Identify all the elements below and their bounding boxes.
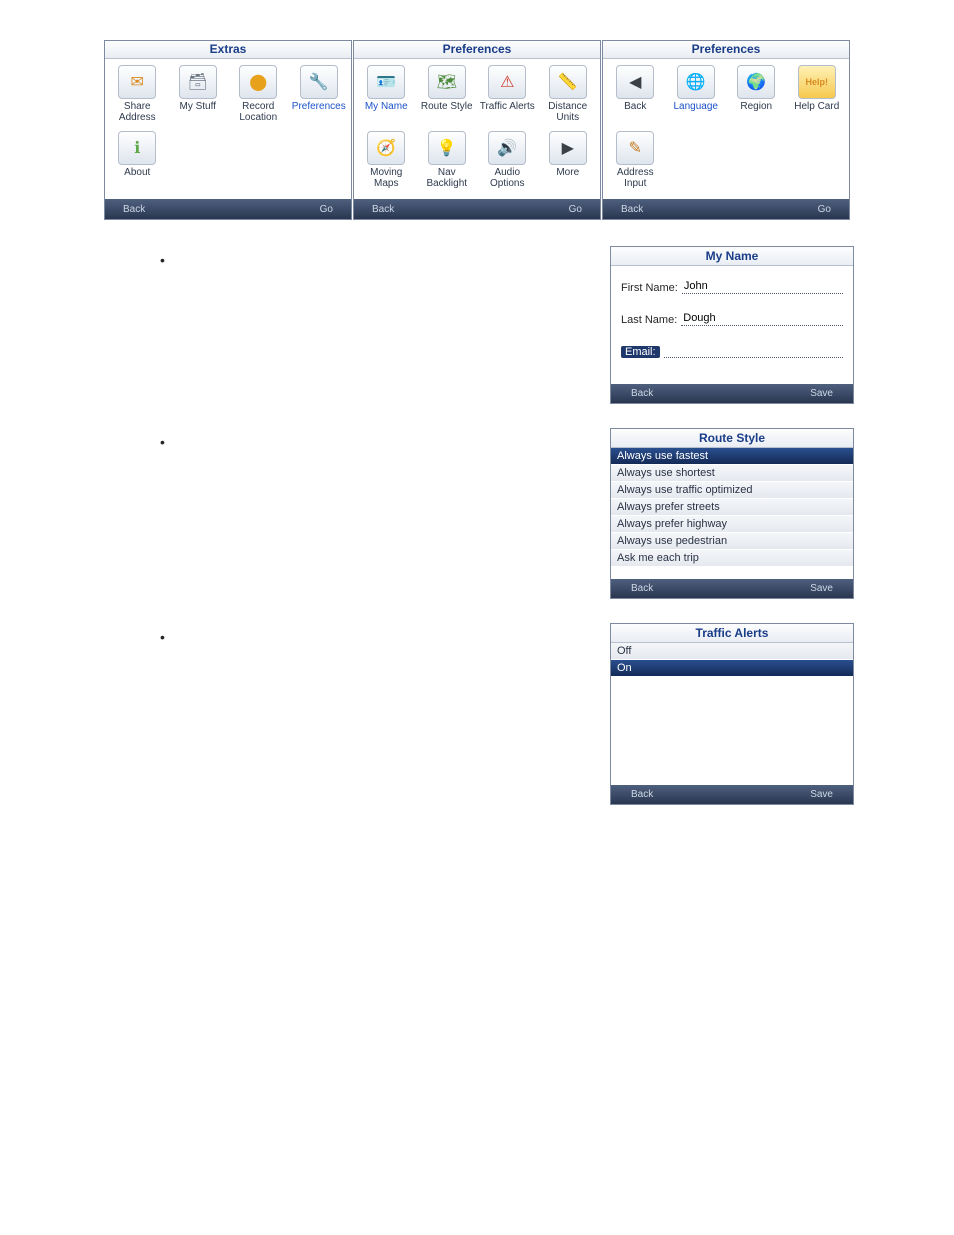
device-screenshot: Preferences 🪪 My Name 🗺 Route Style ⚠ Traffic … bbox=[353, 40, 601, 220]
panel-title: My Name bbox=[611, 247, 853, 266]
menu-item-language[interactable]: 🌐 Language bbox=[666, 63, 727, 129]
record-location-icon: ⬤ bbox=[239, 65, 277, 99]
menu-item-distance-units[interactable]: 📏Distance Units bbox=[538, 63, 599, 129]
menu-item-label: Help Card bbox=[794, 101, 839, 112]
about-icon: ℹ bbox=[118, 131, 156, 165]
more-icon: ▶ bbox=[549, 131, 587, 165]
menu-item-label: Nav Backlight bbox=[419, 167, 475, 189]
back-button[interactable]: Back bbox=[621, 204, 643, 215]
menu-item-audio-options[interactable]: 🔊Audio Options bbox=[477, 129, 538, 195]
menu-item-my-name[interactable]: 🪪 My Name bbox=[356, 63, 417, 129]
bullet-icon: • bbox=[160, 252, 165, 268]
back-icon: ◀ bbox=[616, 65, 654, 99]
menu-item-region[interactable]: 🌍 Region bbox=[726, 63, 787, 129]
menu-item-label: My Stuff bbox=[180, 101, 217, 112]
menu-item-preferences[interactable]: 🔧 Preferences bbox=[289, 63, 350, 129]
menu-item-address-input[interactable]: ✎Address Input bbox=[605, 129, 666, 195]
menu-item-more[interactable]: ▶ More bbox=[538, 129, 599, 195]
route-style-panel: Route Style Always use fastestAlways use… bbox=[610, 428, 854, 599]
address-input-icon: ✎ bbox=[616, 131, 654, 165]
device-title: Preferences bbox=[603, 41, 849, 59]
device-screenshot: Extras ✉Share Address 🗃 My Stuff ⬤Record Loc… bbox=[104, 40, 352, 220]
menu-item-label: My Name bbox=[365, 101, 408, 112]
menu-item-moving-maps[interactable]: 🧭Moving Maps bbox=[356, 129, 417, 195]
panel-title: Traffic Alerts bbox=[611, 624, 853, 643]
device-title: Preferences bbox=[354, 41, 600, 59]
menu-item-label: Back bbox=[624, 101, 646, 112]
my-stuff-icon: 🗃 bbox=[179, 65, 217, 99]
menu-item-label: Address Input bbox=[607, 167, 663, 189]
menu-item-label: Record Location bbox=[230, 101, 286, 123]
menu-item-label: Distance Units bbox=[540, 101, 596, 123]
menu-item-nav-backlight[interactable]: 💡Nav Backlight bbox=[417, 129, 478, 195]
back-button[interactable]: Back bbox=[372, 204, 394, 215]
menu-item-help-card[interactable]: Help! Help Card bbox=[787, 63, 848, 129]
first-name-label: First Name: bbox=[621, 282, 678, 294]
list-option[interactable]: Always use traffic optimized bbox=[611, 482, 853, 499]
last-name-field[interactable] bbox=[681, 312, 843, 326]
menu-item-label: Region bbox=[740, 101, 772, 112]
route-style-icon: 🗺 bbox=[428, 65, 466, 99]
menu-item-label: Preferences bbox=[292, 101, 346, 112]
menu-item-label: Moving Maps bbox=[358, 167, 414, 189]
back-button[interactable]: Back bbox=[631, 583, 653, 594]
traffic-alerts-icon: ⚠ bbox=[488, 65, 526, 99]
menu-item-label: Language bbox=[674, 101, 719, 112]
back-button[interactable]: Back bbox=[123, 204, 145, 215]
go-button[interactable]: Go bbox=[569, 204, 582, 215]
email-label: Email: bbox=[621, 346, 660, 358]
menu-item-back[interactable]: ◀ Back bbox=[605, 63, 666, 129]
share-address-icon: ✉ bbox=[118, 65, 156, 99]
panel-title: Route Style bbox=[611, 429, 853, 448]
bullet-icon: • bbox=[160, 434, 165, 450]
go-button[interactable]: Go bbox=[320, 204, 333, 215]
list-option[interactable]: Off bbox=[611, 643, 853, 660]
last-name-label: Last Name: bbox=[621, 314, 677, 326]
go-button[interactable]: Go bbox=[818, 204, 831, 215]
audio-options-icon: 🔊 bbox=[488, 131, 526, 165]
my-name-icon: 🪪 bbox=[367, 65, 405, 99]
save-button[interactable]: Save bbox=[810, 789, 833, 800]
menu-item-label: Audio Options bbox=[479, 167, 535, 189]
back-button[interactable]: Back bbox=[631, 388, 653, 399]
traffic-alerts-panel: Traffic Alerts OffOn Back Save bbox=[610, 623, 854, 805]
menu-item-route-style[interactable]: 🗺 Route Style bbox=[417, 63, 478, 129]
help-card-icon: Help! bbox=[798, 65, 836, 99]
my-name-panel: My Name First Name: Last Name: Email: Ba… bbox=[610, 246, 854, 404]
menu-item-traffic-alerts[interactable]: ⚠ Traffic Alerts bbox=[477, 63, 538, 129]
list-option[interactable]: Always use fastest bbox=[611, 448, 853, 465]
list-option[interactable]: Always prefer highway bbox=[611, 516, 853, 533]
save-button[interactable]: Save bbox=[810, 388, 833, 399]
menu-item-label: Route Style bbox=[421, 101, 473, 112]
bullet-icon: • bbox=[160, 629, 165, 645]
menu-item-about[interactable]: ℹ About bbox=[107, 129, 168, 195]
menu-item-label: Share Address bbox=[109, 101, 165, 123]
menu-item-record-location[interactable]: ⬤Record Location bbox=[228, 63, 289, 129]
language-icon: 🌐 bbox=[677, 65, 715, 99]
device-title: Extras bbox=[105, 41, 351, 59]
email-field[interactable] bbox=[664, 344, 843, 358]
list-option[interactable]: On bbox=[611, 660, 853, 677]
list-option[interactable]: Always use pedestrian bbox=[611, 533, 853, 550]
menu-item-label: About bbox=[124, 167, 150, 178]
menu-item-share-address[interactable]: ✉Share Address bbox=[107, 63, 168, 129]
list-option[interactable]: Always prefer streets bbox=[611, 499, 853, 516]
region-icon: 🌍 bbox=[737, 65, 775, 99]
menu-item-label: Traffic Alerts bbox=[480, 101, 535, 112]
menu-item-my-stuff[interactable]: 🗃 My Stuff bbox=[168, 63, 229, 129]
list-option[interactable]: Ask me each trip bbox=[611, 550, 853, 567]
distance-units-icon: 📏 bbox=[549, 65, 587, 99]
menu-item-label: More bbox=[556, 167, 579, 178]
nav-backlight-icon: 💡 bbox=[428, 131, 466, 165]
first-name-field[interactable] bbox=[682, 280, 843, 294]
preferences-icon: 🔧 bbox=[300, 65, 338, 99]
list-option[interactable]: Always use shortest bbox=[611, 465, 853, 482]
device-screenshot: Preferences◀Back🌐Language🌍RegionHelp!Hel… bbox=[602, 40, 850, 220]
save-button[interactable]: Save bbox=[810, 583, 833, 594]
moving-maps-icon: 🧭 bbox=[367, 131, 405, 165]
back-button[interactable]: Back bbox=[631, 789, 653, 800]
